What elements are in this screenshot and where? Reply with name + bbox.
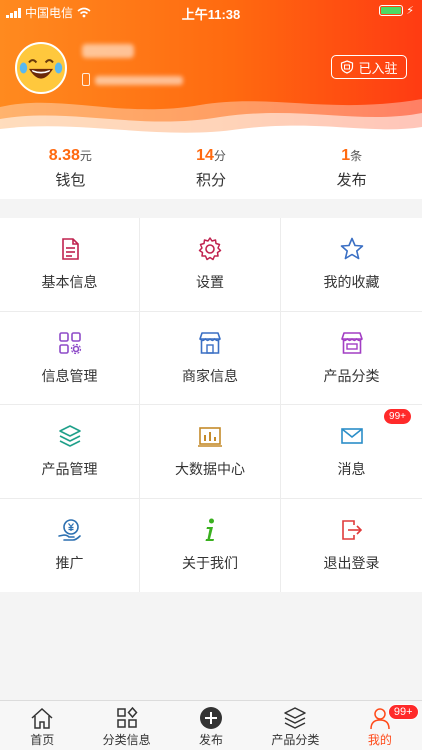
menu-label: 大数据中心	[175, 461, 245, 478]
menu-product-management[interactable]: 产品管理	[0, 405, 140, 499]
phone-number-blurred	[95, 76, 183, 85]
home-icon	[31, 707, 53, 729]
menu-favorites[interactable]: 我的收藏	[281, 218, 422, 312]
menu-about-us[interactable]: 关于我们	[140, 498, 281, 592]
bottom-tab-bar: 首页 分类信息 发布 产品分类 99+ 我的	[0, 700, 422, 750]
phone-icon	[82, 73, 90, 86]
menu-label: 推广	[55, 555, 84, 572]
status-bar: 中国电信 上午11:38 ⚡	[0, 0, 422, 24]
battery-icon	[379, 5, 404, 16]
menu-grid: 基本信息 设置 我的收藏 信息管理 商家信息 产品分类 产品管理 大数据中心 9…	[0, 218, 422, 592]
tab-product-category[interactable]: 产品分类	[253, 701, 337, 750]
laughing-emoji-icon	[18, 45, 64, 91]
tab-label: 首页	[30, 733, 55, 747]
stats-bar: 8.38元 钱包 14分 积分 1条 发布	[0, 145, 422, 199]
profile-header: 中国电信 上午11:38 ⚡ 已入驻	[0, 0, 422, 145]
menu-label: 产品分类	[323, 367, 380, 384]
stat-wallet[interactable]: 8.38元 钱包	[0, 145, 141, 199]
menu-promotion[interactable]: 推广	[0, 498, 140, 592]
grid-gear-icon	[58, 331, 81, 354]
store-icon	[340, 331, 363, 354]
menu-label: 商家信息	[182, 367, 238, 384]
tab-publish[interactable]: 发布	[169, 701, 253, 750]
stat-label: 积分	[196, 172, 227, 189]
stat-unit: 条	[350, 149, 363, 163]
tab-label: 产品分类	[271, 733, 320, 747]
stat-value: 1	[341, 147, 351, 164]
menu-label: 消息	[337, 461, 366, 478]
tab-label: 发布	[199, 733, 224, 747]
menu-label: 信息管理	[41, 367, 98, 384]
star-icon	[340, 237, 363, 260]
menu-messages[interactable]: 99+ 消息	[281, 405, 422, 499]
menu-big-data-center[interactable]: 大数据中心	[140, 405, 281, 499]
username-blurred	[82, 44, 134, 58]
stat-unit: 分	[213, 149, 226, 163]
mail-icon	[340, 428, 363, 445]
menu-label: 退出登录	[323, 555, 380, 572]
layers-icon	[284, 707, 307, 729]
menu-settings[interactable]: 设置	[140, 218, 281, 312]
logout-icon	[341, 520, 362, 541]
status-time: 上午11:38	[181, 7, 241, 22]
bar-chart-icon	[198, 427, 222, 448]
menu-product-category[interactable]: 产品分类	[281, 312, 422, 405]
menu-label: 基本信息	[41, 274, 98, 291]
layers-icon	[58, 425, 81, 448]
stat-posts[interactable]: 1条 发布	[281, 145, 422, 199]
menu-merchant-info[interactable]: 商家信息	[140, 311, 281, 405]
menu-basic-info[interactable]: 基本信息	[0, 218, 140, 312]
menu-info-management[interactable]: 信息管理	[0, 311, 140, 405]
stat-value: 8.38	[48, 147, 80, 164]
menu-label: 我的收藏	[323, 274, 380, 291]
menu-label: 关于我们	[182, 555, 238, 572]
avatar[interactable]	[15, 42, 67, 94]
tab-mine[interactable]: 99+ 我的	[338, 701, 422, 750]
stat-points[interactable]: 14分 积分	[141, 145, 282, 199]
charging-icon: ⚡	[406, 5, 414, 17]
menu-label: 设置	[196, 274, 224, 291]
joined-label: 已入驻	[358, 60, 398, 76]
tab-home[interactable]: 首页	[0, 701, 84, 750]
tab-label: 我的	[367, 733, 392, 747]
message-count-badge: 99+	[383, 408, 412, 425]
tab-badge: 99+	[387, 704, 419, 720]
menu-label: 产品管理	[41, 461, 98, 478]
stat-value: 14	[196, 147, 214, 164]
stat-label: 钱包	[55, 172, 86, 189]
wave-decoration	[0, 99, 422, 145]
gear-icon	[198, 237, 222, 261]
menu-logout[interactable]: 退出登录	[281, 499, 422, 593]
store-icon	[199, 331, 221, 354]
joined-badge[interactable]: 已入驻	[331, 55, 407, 79]
tab-label: 分类信息	[102, 733, 151, 747]
stat-label: 发布	[336, 172, 367, 189]
plus-circle-icon	[200, 707, 223, 729]
stat-unit: 元	[79, 149, 92, 163]
document-icon	[61, 238, 79, 261]
grid-icon	[116, 706, 138, 728]
yuan-hand-icon	[57, 519, 81, 542]
shield-shop-icon	[341, 60, 354, 74]
info-icon	[205, 518, 214, 542]
tab-category-info[interactable]: 分类信息	[84, 701, 168, 750]
